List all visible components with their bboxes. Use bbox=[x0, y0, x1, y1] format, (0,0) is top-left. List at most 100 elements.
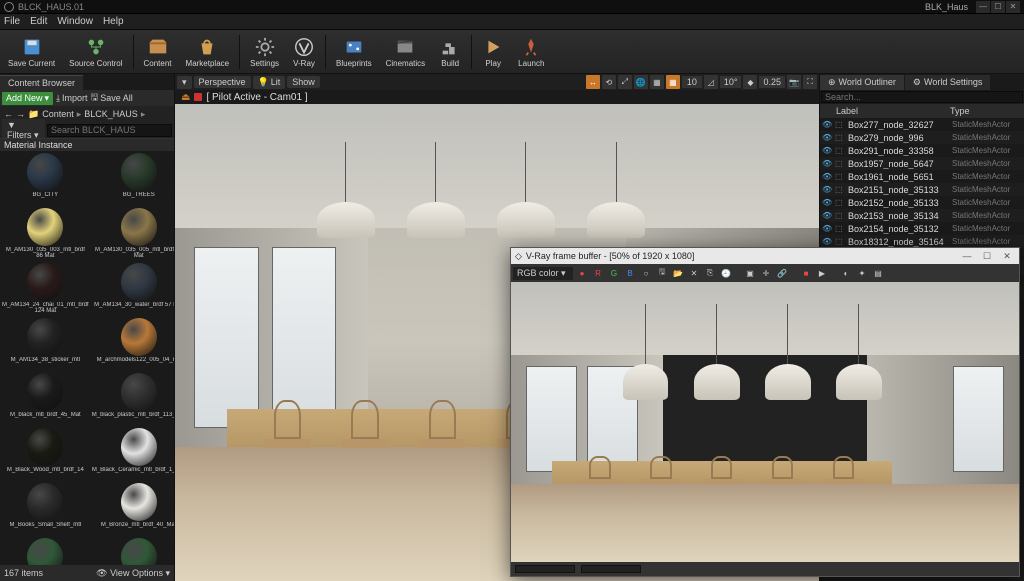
vfb-titlebar[interactable]: ◇ V-Ray frame buffer - [50% of 1920 x 10… bbox=[511, 248, 1019, 264]
menu-edit[interactable]: Edit bbox=[30, 16, 47, 27]
material-thumbnail[interactable]: BG_CITY bbox=[1, 152, 90, 206]
marketplace-button[interactable]: Marketplace bbox=[180, 31, 236, 73]
build-button[interactable]: Build bbox=[433, 31, 467, 73]
menu-file[interactable]: File bbox=[4, 16, 20, 27]
track-mouse-icon[interactable]: ✛ bbox=[759, 266, 773, 280]
forward-icon[interactable]: → bbox=[16, 109, 25, 119]
vfb-maximize-button[interactable]: ☐ bbox=[979, 250, 995, 262]
stop-render-icon[interactable]: ■ bbox=[799, 266, 813, 280]
stop-pilot-icon[interactable] bbox=[194, 93, 202, 101]
outliner-row[interactable]: 👁⬚Box2151_node_35133StaticMeshActor bbox=[820, 183, 1024, 196]
content-browser-tab[interactable]: Content Browser bbox=[0, 75, 83, 90]
visibility-icon[interactable]: 👁 bbox=[822, 120, 832, 129]
visibility-icon[interactable]: 👁 bbox=[822, 146, 832, 155]
perspective-button[interactable]: Perspective bbox=[194, 76, 251, 88]
visibility-icon[interactable]: 👁 bbox=[822, 172, 832, 181]
vray-frame-buffer-window[interactable]: ◇ V-Ray frame buffer - [50% of 1920 x 10… bbox=[510, 247, 1020, 577]
show-cc-icon[interactable]: ▤ bbox=[871, 266, 885, 280]
red-channel-icon[interactable]: R bbox=[591, 266, 605, 280]
vfb-minimize-button[interactable]: — bbox=[959, 250, 975, 262]
visibility-icon[interactable]: 👁 bbox=[822, 211, 832, 220]
surface-snap-icon[interactable]: ▦ bbox=[650, 75, 664, 89]
type-column[interactable]: Type bbox=[950, 106, 1020, 116]
visibility-icon[interactable]: 👁 bbox=[822, 198, 832, 207]
material-thumbnail[interactable]: M_AM134_30_water_brdf 57 Mat bbox=[91, 262, 174, 316]
settings-button[interactable]: Settings bbox=[244, 31, 285, 73]
transform-scale-icon[interactable]: ⤢ bbox=[618, 75, 632, 89]
import-button[interactable]: ⤓ Import bbox=[56, 93, 88, 104]
menu-window[interactable]: Window bbox=[57, 16, 93, 27]
search-input[interactable] bbox=[47, 124, 172, 137]
save-image-icon[interactable]: 🖫 bbox=[655, 266, 669, 280]
outliner-row[interactable]: 👁⬚Box2152_node_35133StaticMeshActor bbox=[820, 196, 1024, 209]
coord-toggle-icon[interactable]: 🌐 bbox=[634, 75, 648, 89]
material-thumbnail[interactable]: M_Black_Wood_mtl_brdf_14 bbox=[1, 427, 90, 481]
load-image-icon[interactable]: 📂 bbox=[671, 266, 685, 280]
view-options-button[interactable]: 👁 View Options ▾ bbox=[96, 568, 170, 579]
outliner-row[interactable]: 👁⬚Box279_node_996StaticMeshActor bbox=[820, 131, 1024, 144]
material-thumbnail[interactable]: M_archmodels122_005_04_mtl bbox=[91, 317, 174, 371]
blueprints-button[interactable]: Blueprints bbox=[330, 31, 378, 73]
history-icon[interactable]: 🕘 bbox=[719, 266, 733, 280]
grid-snap-value[interactable]: 10 bbox=[682, 76, 702, 88]
camera-speed-icon[interactable]: 📷 bbox=[787, 75, 801, 89]
blue-channel-icon[interactable]: B bbox=[623, 266, 637, 280]
channel-select[interactable]: RGB color ▾ bbox=[513, 267, 573, 280]
green-channel-icon[interactable]: G bbox=[607, 266, 621, 280]
world-outliner-tab[interactable]: ⊕World Outliner bbox=[820, 75, 904, 90]
material-thumbnail[interactable]: M_Black_Ceramic_mtl_brdf_1_Mat bbox=[91, 427, 174, 481]
maximize-button[interactable]: ☐ bbox=[991, 1, 1005, 13]
outliner-row[interactable]: 👁⬚Box277_node_32627StaticMeshActor bbox=[820, 118, 1024, 131]
scale-snap-value[interactable]: 0.25 bbox=[759, 76, 785, 88]
material-thumbnail[interactable] bbox=[1, 537, 90, 565]
viewport-menu-button[interactable]: ▾ bbox=[177, 76, 192, 89]
copy-icon[interactable]: ⎘ bbox=[703, 266, 717, 280]
region-render-icon[interactable]: ▣ bbox=[743, 266, 757, 280]
source-control-button[interactable]: Source Control bbox=[63, 31, 128, 73]
menu-help[interactable]: Help bbox=[103, 16, 124, 27]
color-corrections-icon[interactable]: ◐ bbox=[839, 266, 853, 280]
content-button[interactable]: Content bbox=[138, 31, 178, 73]
add-new-button[interactable]: Add New ▾ bbox=[2, 92, 53, 105]
material-thumbnail[interactable]: M_AM130_035_003_mtl_brdf 86 Mat bbox=[1, 207, 90, 261]
outliner-row[interactable]: 👁⬚Box2154_node_35132StaticMeshActor bbox=[820, 222, 1024, 235]
clear-icon[interactable]: ✕ bbox=[687, 266, 701, 280]
material-thumbnail[interactable]: M_black_mtl_brdf_45_Mat bbox=[1, 372, 90, 426]
mono-icon[interactable]: ○ bbox=[639, 266, 653, 280]
visibility-icon[interactable]: 👁 bbox=[822, 159, 832, 168]
render-last-icon[interactable]: ▶ bbox=[815, 266, 829, 280]
visibility-icon[interactable]: 👁 bbox=[822, 224, 832, 233]
vfb-render-view[interactable] bbox=[511, 282, 1019, 562]
material-thumbnail[interactable]: M_black_plastic_mtl_brdf_113_Mat bbox=[91, 372, 174, 426]
play-button[interactable]: Play bbox=[476, 31, 510, 73]
save-current-button[interactable]: Save Current bbox=[2, 31, 61, 73]
material-thumbnail[interactable]: M_Bronze_mtl_brdf_40_Mat bbox=[91, 482, 174, 536]
label-column[interactable]: Label bbox=[836, 106, 950, 116]
save-all-button[interactable]: 🖫 Save All bbox=[91, 90, 133, 106]
scale-snap-icon[interactable]: ◆ bbox=[743, 75, 757, 89]
outliner-search-input[interactable] bbox=[821, 91, 1023, 103]
visibility-icon[interactable]: 👁 bbox=[822, 237, 832, 246]
outliner-row[interactable]: 👁⬚Box1961_node_5651StaticMeshActor bbox=[820, 170, 1024, 183]
cinematics-button[interactable]: Cinematics bbox=[380, 31, 432, 73]
launch-button[interactable]: Launch bbox=[512, 31, 550, 73]
minimize-button[interactable]: — bbox=[976, 1, 990, 13]
back-icon[interactable]: ← bbox=[4, 109, 13, 119]
outliner-row[interactable]: 👁⬚Box291_node_33358StaticMeshActor bbox=[820, 144, 1024, 157]
material-thumbnail[interactable]: M_AM134_24_chai_01_mtl_brdf 124 Mat bbox=[1, 262, 90, 316]
lens-effects-icon[interactable]: ✦ bbox=[855, 266, 869, 280]
visibility-icon[interactable]: 👁 bbox=[822, 133, 832, 142]
angle-snap-value[interactable]: 10° bbox=[720, 76, 742, 88]
material-thumbnail[interactable]: BG_TREES bbox=[91, 152, 174, 206]
transform-rotate-icon[interactable]: ⟲ bbox=[602, 75, 616, 89]
world-settings-tab[interactable]: ⚙World Settings bbox=[905, 75, 990, 90]
outliner-row[interactable]: 👁⬚Box1957_node_5647StaticMeshActor bbox=[820, 157, 1024, 170]
maximize-viewport-icon[interactable]: ⛶ bbox=[803, 75, 817, 89]
material-thumbnail[interactable]: M_AM130_035_005_mtl_brdf 67 Mat bbox=[91, 207, 174, 261]
angle-snap-icon[interactable]: ◿ bbox=[704, 75, 718, 89]
material-thumbnail[interactable] bbox=[91, 537, 174, 565]
material-thumbnail[interactable]: M_AM134_38_sticker_mtl bbox=[1, 317, 90, 371]
outliner-row[interactable]: 👁⬚Box2153_node_35134StaticMeshActor bbox=[820, 209, 1024, 222]
grid-snap-icon[interactable]: ▦ bbox=[666, 75, 680, 89]
visibility-icon[interactable]: 👁 bbox=[822, 185, 832, 194]
